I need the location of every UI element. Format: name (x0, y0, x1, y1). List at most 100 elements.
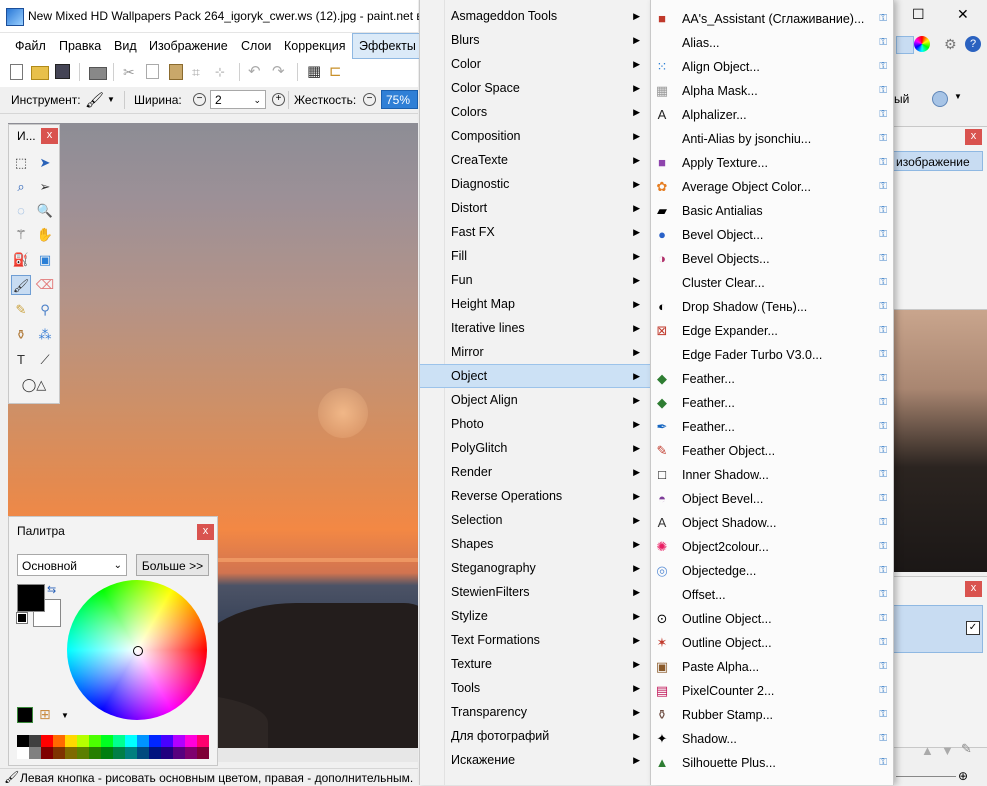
object-item-anti-alias-by-jsonchiu[interactable]: Anti-Alias by jsonchiu... ⚿ (651, 127, 893, 151)
dropdown-arrow-icon[interactable]: ▼ (954, 92, 962, 101)
menu-view[interactable]: Вид (108, 33, 143, 59)
magic-wand-icon[interactable]: ⚚ (11, 225, 31, 245)
object-item-alias[interactable]: Alias... ⚿ (651, 31, 893, 55)
palette-close-button[interactable]: x (197, 524, 214, 540)
cut-icon[interactable]: ✂ (123, 64, 139, 80)
open-icon[interactable] (31, 66, 49, 80)
menu-edit[interactable]: Правка (53, 33, 107, 59)
zoom-slider[interactable]: ⊕ (892, 768, 987, 785)
paintbrush-icon[interactable]: 🖌 (85, 91, 104, 109)
object-item-objectedge[interactable]: ◎ Objectedge... ⚿ (651, 559, 893, 583)
effects-item-transparency[interactable]: Transparency ▶ (420, 700, 650, 724)
effects-item-composition[interactable]: Composition ▶ (420, 124, 650, 148)
object-item-apply-texture[interactable]: ■ Apply Texture... ⚿ (651, 151, 893, 175)
history-close-button[interactable]: x (965, 129, 982, 145)
palette-menu-icon[interactable]: ⊞ (39, 706, 51, 723)
ellipse-select-icon[interactable]: ◌ (11, 201, 31, 221)
primary-color-swatch[interactable] (17, 584, 45, 612)
layers-close-button[interactable]: x (965, 581, 982, 597)
save-icon[interactable] (55, 64, 70, 79)
menu-layers[interactable]: Слои (235, 33, 277, 59)
effects-item-photo[interactable]: Photo ▶ (420, 412, 650, 436)
effects-item-искажение[interactable]: Искажение ▶ (420, 748, 650, 772)
primary-mini-swatch-icon[interactable] (17, 707, 33, 723)
object-item-offset[interactable]: Offset... ⚿ (651, 583, 893, 607)
effects-item-texture[interactable]: Texture ▶ (420, 652, 650, 676)
effects-item-render[interactable]: Render ▶ (420, 460, 650, 484)
effects-item-diagnostic[interactable]: Diagnostic ▶ (420, 172, 650, 196)
effects-item-tools[interactable]: Tools ▶ (420, 676, 650, 700)
hardness-input[interactable]: 75% (381, 90, 418, 109)
menu-image[interactable]: Изображение (143, 33, 234, 59)
shapes-icon[interactable]: ◯△ (17, 375, 51, 395)
layer-visible-checkbox[interactable]: ✓ (966, 621, 980, 635)
effects-item-asmageddon-tools[interactable]: Asmageddon Tools ▶ (420, 4, 650, 28)
effects-item-height-map[interactable]: Height Map ▶ (420, 292, 650, 316)
move-selected-icon[interactable]: ➤ (35, 153, 55, 173)
menu-adjustments[interactable]: Коррекция (278, 33, 351, 59)
move-layer-down-icon[interactable]: ▼ (941, 743, 954, 758)
layer-properties-icon[interactable]: ✎ (961, 741, 972, 757)
object-item-align-object[interactable]: ⁙ Align Object... ⚿ (651, 55, 893, 79)
text-icon[interactable]: T (11, 350, 31, 370)
object-item-feather[interactable]: ◆ Feather... ⚿ (651, 391, 893, 415)
object-item-object2colour[interactable]: ✺ Object2colour... ⚿ (651, 535, 893, 559)
menu-file[interactable]: Файл (9, 33, 52, 59)
maximize-icon[interactable]: ☐ (912, 6, 925, 23)
object-item-pixelcounter-2[interactable]: ▤ PixelCounter 2... ⚿ (651, 679, 893, 703)
object-item-paste-alpha[interactable]: ▣ Paste Alpha... ⚿ (651, 655, 893, 679)
object-item-inner-shadow[interactable]: □ Inner Shadow... ⚿ (651, 463, 893, 487)
deselect-icon[interactable]: ⊹ (215, 64, 231, 80)
effects-item-object[interactable]: Object ▶ (420, 364, 650, 388)
color-wheel-icon[interactable] (914, 36, 930, 52)
object-item-alphalizer[interactable]: A Alphalizer... ⚿ (651, 103, 893, 127)
zoom-icon[interactable]: 🔍 (35, 201, 55, 221)
swap-colors-icon[interactable]: ⇆ (47, 583, 56, 596)
effects-item-colors[interactable]: Colors ▶ (420, 100, 650, 124)
line-curve-icon[interactable]: ⟋ (35, 350, 55, 370)
width-decrease-icon[interactable]: − (193, 93, 206, 106)
tools-close-button[interactable]: x (41, 128, 58, 144)
object-item-drop-shadow[interactable]: ◐ Drop Shadow (Тень)... ⚿ (651, 295, 893, 319)
ruler-icon[interactable]: ⊏ (329, 64, 345, 80)
effects-item-iterative-lines[interactable]: Iterative lines ▶ (420, 316, 650, 340)
object-item-aa-s-assistant[interactable]: ■ AA's_Assistant (Сглаживание)... ⚿ (651, 7, 893, 31)
close-window-icon[interactable]: ✕ (957, 6, 969, 23)
object-item-feather[interactable]: ✒ Feather... ⚿ (651, 415, 893, 439)
tool-dropdown-arrow-icon[interactable]: ▼ (107, 95, 115, 104)
effects-item-selection[interactable]: Selection ▶ (420, 508, 650, 532)
pan-hand-icon[interactable]: ✋ (35, 225, 55, 245)
effects-item-text-formations[interactable]: Text Formations ▶ (420, 628, 650, 652)
gradient-icon[interactable]: ▣ (35, 250, 55, 270)
history-item-image[interactable]: изображение (893, 151, 983, 171)
effects-item-mirror[interactable]: Mirror ▶ (420, 340, 650, 364)
effects-item-для-фотографий[interactable]: Для фотографий ▶ (420, 724, 650, 748)
object-item-bevel-object[interactable]: ● Bevel Object... ⚿ (651, 223, 893, 247)
redo-icon[interactable]: ↷ (272, 64, 288, 80)
paintbrush-tool-icon[interactable]: 🖌 (11, 275, 31, 295)
paint-bucket-icon[interactable]: ⛽ (11, 250, 31, 270)
layer-row[interactable]: ✓ (893, 605, 983, 653)
help-icon[interactable]: ? (965, 36, 981, 52)
effects-item-blurs[interactable]: Blurs ▶ (420, 28, 650, 52)
effects-item-fun[interactable]: Fun ▶ (420, 268, 650, 292)
effects-item-createxte[interactable]: CreaTexte ▶ (420, 148, 650, 172)
color-picker-icon[interactable]: ⚲ (35, 300, 55, 320)
menu-effects[interactable]: Эффекты (352, 33, 423, 59)
move-selection-icon[interactable]: ➢ (35, 177, 55, 197)
copy-icon[interactable] (146, 64, 159, 79)
object-item-edge-fader-turbo-v3-0[interactable]: Edge Fader Turbo V3.0... ⚿ (651, 343, 893, 367)
move-layer-up-icon[interactable]: ▲ (921, 743, 934, 758)
object-item-feather-object[interactable]: ✎ Feather Object... ⚿ (651, 439, 893, 463)
effects-item-steganography[interactable]: Steganography ▶ (420, 556, 650, 580)
object-item-bevel-objects[interactable]: ◑ Bevel Objects... ⚿ (651, 247, 893, 271)
object-item-feather[interactable]: ◆ Feather... ⚿ (651, 367, 893, 391)
hardness-decrease-icon[interactable]: − (363, 93, 376, 106)
settings-gear-icon[interactable]: ⚙ (944, 36, 957, 53)
reset-colors-icon[interactable] (16, 612, 28, 624)
paste-icon[interactable] (169, 64, 183, 80)
width-increase-icon[interactable]: + (272, 93, 285, 106)
width-input[interactable]: 2 ⌄ (210, 90, 266, 109)
lasso-select-icon[interactable]: ⌕ (11, 177, 31, 197)
object-item-alpha-mask[interactable]: ▦ Alpha Mask... ⚿ (651, 79, 893, 103)
